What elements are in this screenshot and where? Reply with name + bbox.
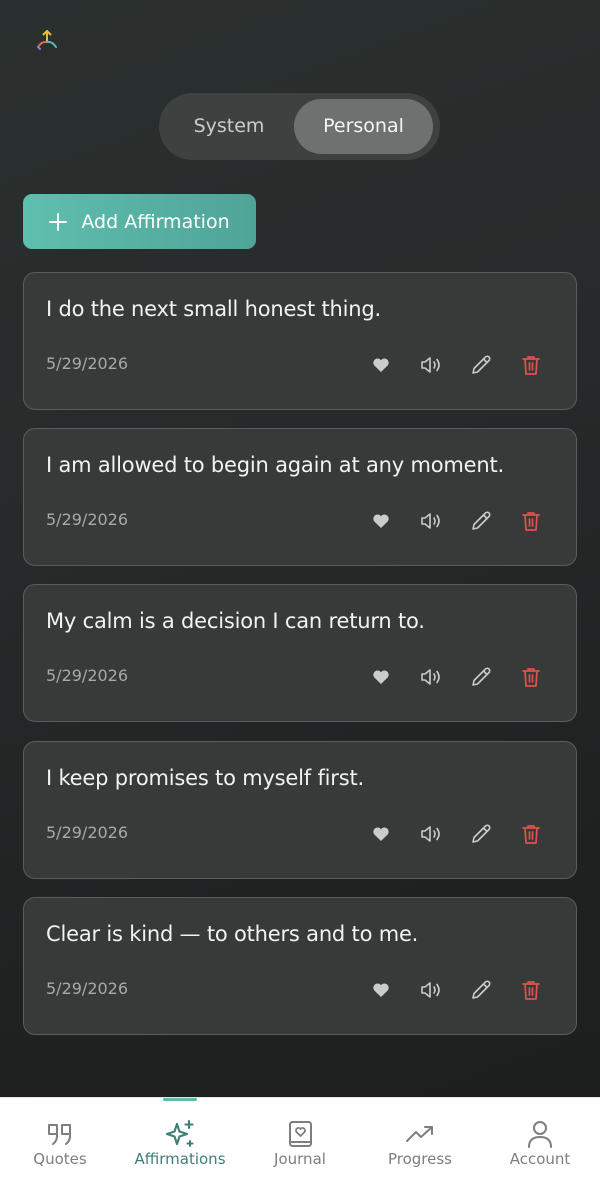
nav-affirmations[interactable]: Affirmations (120, 1098, 240, 1191)
heart-icon[interactable] (367, 507, 395, 535)
nav-label: Account (509, 1150, 571, 1168)
nav-label: Quotes (33, 1150, 87, 1168)
speaker-icon[interactable] (417, 663, 445, 691)
trash-icon[interactable] (517, 663, 545, 691)
quote-icon (45, 1119, 75, 1149)
affirmation-text: I am allowed to begin again at any momen… (46, 453, 504, 477)
nav-journal[interactable]: Journal (240, 1098, 360, 1191)
app-logo-icon (34, 28, 60, 52)
affirmation-text: Clear is kind — to others and to me. (46, 922, 419, 946)
affirmation-text: I do the next small honest thing. (46, 297, 381, 321)
affirmation-text: I keep promises to myself first. (46, 766, 364, 790)
heart-icon[interactable] (367, 663, 395, 691)
affirmation-text: My calm is a decision I can return to. (46, 609, 425, 633)
pencil-icon[interactable] (467, 820, 495, 848)
add-affirmation-label: Add Affirmation (81, 210, 230, 233)
trend-up-icon (405, 1119, 435, 1149)
journal-icon (285, 1119, 315, 1149)
speaker-icon[interactable] (417, 976, 445, 1004)
bottom-nav: Quotes Affirmations Journal Progress Acc… (0, 1097, 600, 1191)
nav-progress[interactable]: Progress (360, 1098, 480, 1191)
affirmation-card: I do the next small honest thing. 5/29/2… (23, 272, 577, 410)
nav-quotes[interactable]: Quotes (0, 1098, 120, 1191)
nav-label: Progress (387, 1150, 452, 1168)
affirmation-date: 5/29/2026 (46, 354, 129, 373)
affirmation-date: 5/29/2026 (46, 510, 129, 529)
affirmation-card: Clear is kind — to others and to me. 5/2… (23, 897, 577, 1035)
segment-personal[interactable]: Personal (294, 99, 433, 154)
affirmation-date: 5/29/2026 (46, 823, 129, 842)
nav-label: Affirmations (134, 1150, 226, 1168)
affirmation-card: I am allowed to begin again at any momen… (23, 428, 577, 566)
affirmation-card: My calm is a decision I can return to. 5… (23, 584, 577, 722)
pencil-icon[interactable] (467, 976, 495, 1004)
trash-icon[interactable] (517, 976, 545, 1004)
card-actions (367, 508, 545, 534)
card-actions (367, 352, 545, 378)
speaker-icon[interactable] (417, 507, 445, 535)
affirmation-date: 5/29/2026 (46, 979, 129, 998)
nav-account[interactable]: Account (480, 1098, 600, 1191)
trash-icon[interactable] (517, 507, 545, 535)
card-actions (367, 664, 545, 690)
segment-system[interactable]: System (159, 99, 299, 154)
heart-icon[interactable] (367, 820, 395, 848)
trash-icon[interactable] (517, 820, 545, 848)
heart-icon[interactable] (367, 976, 395, 1004)
affirmation-date: 5/29/2026 (46, 666, 129, 685)
affirmation-card: I keep promises to myself first. 5/29/20… (23, 741, 577, 879)
nav-label: Journal (274, 1150, 326, 1168)
affirmation-source-toggle: System Personal (159, 93, 440, 160)
pencil-icon[interactable] (467, 663, 495, 691)
add-affirmation-button[interactable]: Add Affirmation (23, 194, 256, 249)
sparkle-icon (165, 1119, 195, 1149)
card-actions (367, 977, 545, 1003)
speaker-icon[interactable] (417, 820, 445, 848)
pencil-icon[interactable] (467, 351, 495, 379)
trash-icon[interactable] (517, 351, 545, 379)
pencil-icon[interactable] (467, 507, 495, 535)
card-actions (367, 821, 545, 847)
plus-icon (49, 212, 68, 231)
user-icon (525, 1119, 555, 1149)
heart-icon[interactable] (367, 351, 395, 379)
speaker-icon[interactable] (417, 351, 445, 379)
